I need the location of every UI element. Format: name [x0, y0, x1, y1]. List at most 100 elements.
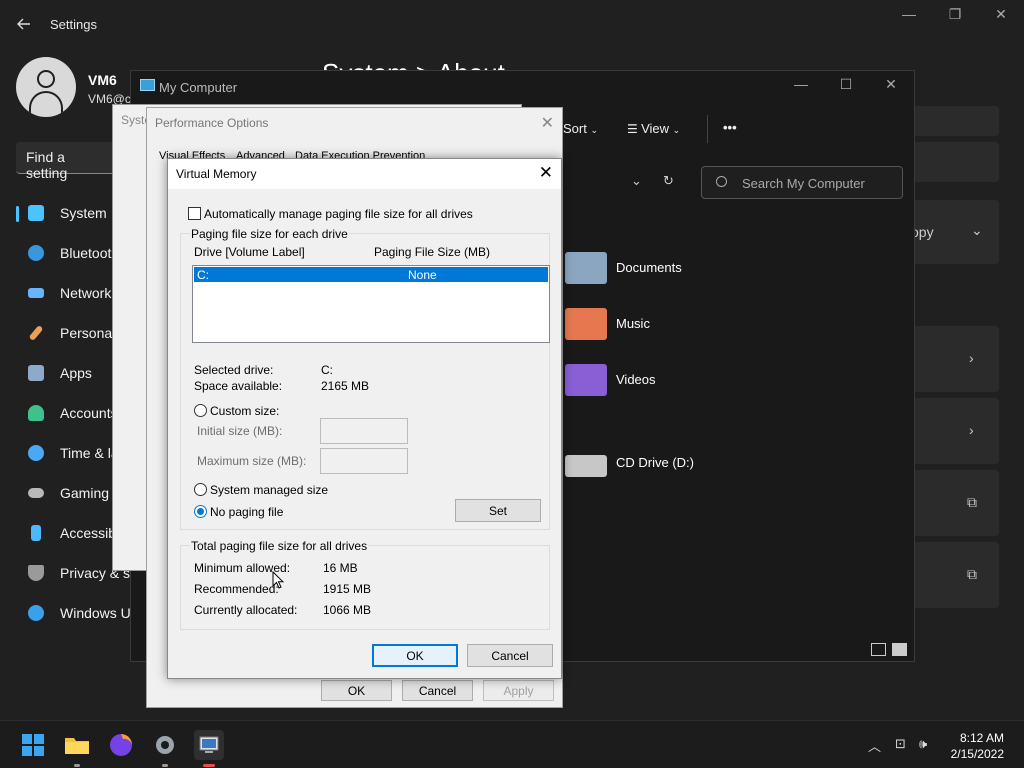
- initial-size-label: Initial size (MB):: [197, 424, 283, 438]
- sidebar-item-accounts[interactable]: Accounts: [16, 396, 118, 430]
- system-icon: [28, 205, 44, 221]
- volume-icon[interactable]: 🕪: [919, 736, 927, 752]
- settings-taskbar-button[interactable]: [150, 730, 180, 767]
- no-paging-file-label: No paging file: [210, 505, 284, 519]
- sidebar-item-label: System: [60, 205, 107, 221]
- sidebar-item-system[interactable]: System: [16, 196, 116, 230]
- gear-icon: [156, 736, 174, 754]
- sidebar-item-privacy[interactable]: Privacy & security: [16, 556, 171, 590]
- no-paging-file-radio[interactable]: [194, 505, 207, 518]
- details-view-icon[interactable]: [871, 643, 886, 656]
- back-arrow-icon[interactable]: [14, 14, 34, 34]
- firefox-button[interactable]: [106, 730, 136, 760]
- file-explorer-button[interactable]: [62, 730, 92, 767]
- info-card: [913, 142, 999, 182]
- system-managed-label: System managed size: [210, 483, 329, 497]
- sidebar-item-personalization[interactable]: Personalization: [16, 316, 156, 350]
- gamepad-icon: [28, 488, 44, 498]
- system-properties-taskbar-button[interactable]: [194, 730, 224, 767]
- close-icon[interactable]: ✕: [539, 163, 553, 183]
- view-button[interactable]: ☰ View ⌄: [627, 121, 680, 136]
- set-button[interactable]: Set: [455, 499, 541, 522]
- documents-folder-icon: [565, 252, 607, 284]
- apps-icon: [28, 365, 44, 381]
- videos-folder-icon: [565, 364, 607, 396]
- windows-logo-icon: [22, 734, 44, 756]
- find-setting-input[interactable]: Find a setting: [16, 142, 116, 181]
- cd-drive-icon: [565, 455, 607, 477]
- start-button[interactable]: [18, 730, 48, 760]
- performance-options-title: Performance Options: [155, 116, 269, 130]
- sidebar-item-windows-update[interactable]: Windows Update: [16, 596, 166, 630]
- avatar[interactable]: [16, 57, 76, 117]
- settings-card[interactable]: ⧉: [913, 542, 999, 608]
- device-spec-card[interactable]: opy ⌄: [875, 200, 999, 264]
- initial-size-input[interactable]: [320, 418, 408, 444]
- minimize-icon[interactable]: —: [886, 6, 932, 28]
- clock-date: 2/15/2022: [950, 747, 1004, 761]
- settings-card[interactable]: ›: [913, 398, 999, 464]
- column-drive: Drive [Volume Label]: [194, 245, 305, 259]
- chevron-down-icon[interactable]: ⌄: [971, 222, 983, 239]
- accounts-icon: [28, 405, 44, 421]
- explorer-title: My Computer: [159, 80, 238, 95]
- accessibility-icon: [31, 525, 41, 541]
- virtual-memory-dialog: Virtual Memory ✕ Automatically manage pa…: [167, 158, 562, 679]
- restore-icon[interactable]: ❐: [932, 6, 978, 28]
- maximize-icon[interactable]: ☐: [826, 76, 866, 98]
- custom-size-radio[interactable]: [194, 404, 207, 417]
- selected-drive-label: Selected drive:: [194, 363, 274, 377]
- drive-cell: C:: [197, 268, 209, 282]
- close-icon[interactable]: ✕: [541, 113, 554, 133]
- address-dropdown-icon[interactable]: ⌄: [631, 173, 642, 189]
- maximum-size-label: Maximum size (MB):: [197, 454, 307, 468]
- more-options-button[interactable]: •••: [723, 120, 737, 135]
- refresh-icon[interactable]: ↻: [663, 173, 674, 189]
- clock-globe-icon: [28, 445, 44, 461]
- taskbar: ︿ ⊡ 🕪 8:12 AM 2/15/2022: [0, 720, 1024, 768]
- chevron-right-icon: ›: [969, 422, 974, 438]
- list-item[interactable]: C: None: [194, 267, 548, 282]
- find-setting-placeholder: Find a setting: [26, 149, 68, 181]
- view-label: View: [641, 121, 670, 136]
- mouse-cursor-icon: [272, 571, 284, 589]
- settings-card[interactable]: ⧉: [913, 470, 999, 536]
- sidebar-item-apps[interactable]: Apps: [16, 356, 116, 390]
- sidebar-item-bluetooth[interactable]: Bluetooth & devices: [16, 236, 184, 270]
- minimum-allowed-value: 16 MB: [323, 561, 358, 575]
- space-available-label: Space available:: [194, 379, 283, 393]
- space-available-value: 2165 MB: [321, 379, 370, 393]
- settings-card[interactable]: ›: [913, 326, 999, 392]
- sidebar-item-network[interactable]: Network & internet: [16, 276, 175, 310]
- sidebar-item-label: Gaming: [60, 485, 110, 501]
- sidebar-item-gaming[interactable]: Gaming: [16, 476, 116, 510]
- sidebar-item-label: Apps: [60, 365, 92, 381]
- selected-drive-value: C:: [321, 363, 333, 377]
- close-icon[interactable]: ✕: [871, 76, 911, 98]
- system-managed-radio[interactable]: [194, 483, 207, 496]
- close-icon[interactable]: ✕: [978, 6, 1024, 28]
- custom-size-label: Custom size:: [210, 404, 280, 418]
- tiles-view-icon[interactable]: [892, 643, 907, 656]
- sidebar-item-time-language[interactable]: Time & language: [16, 436, 165, 470]
- clock[interactable]: 8:12 AM 2/15/2022: [951, 730, 1004, 762]
- sidebar-item-accessibility[interactable]: Accessibility: [16, 516, 136, 550]
- folder-label: Documents: [616, 260, 682, 275]
- cancel-button[interactable]: Cancel: [467, 644, 553, 667]
- auto-manage-checkbox[interactable]: [188, 207, 201, 220]
- ok-button[interactable]: OK: [372, 644, 458, 667]
- drive-list[interactable]: C: None: [192, 265, 550, 343]
- sort-button[interactable]: Sort ⌄: [563, 121, 598, 136]
- info-card: [913, 106, 999, 136]
- show-hidden-icons-chevron-icon[interactable]: ︿: [868, 736, 881, 755]
- ok-button[interactable]: OK: [321, 680, 392, 701]
- cancel-button[interactable]: Cancel: [402, 680, 473, 701]
- view-list-icon: ☰: [627, 122, 642, 136]
- network-display-icon[interactable]: ⊡: [895, 736, 906, 752]
- maximum-size-input[interactable]: [320, 448, 408, 474]
- apply-button[interactable]: Apply: [483, 680, 554, 701]
- search-input[interactable]: Search My Computer: [701, 166, 903, 199]
- user-name: VM6: [88, 72, 117, 88]
- minimize-icon[interactable]: —: [781, 76, 821, 98]
- group-label: Total paging file size for all drives: [190, 539, 369, 553]
